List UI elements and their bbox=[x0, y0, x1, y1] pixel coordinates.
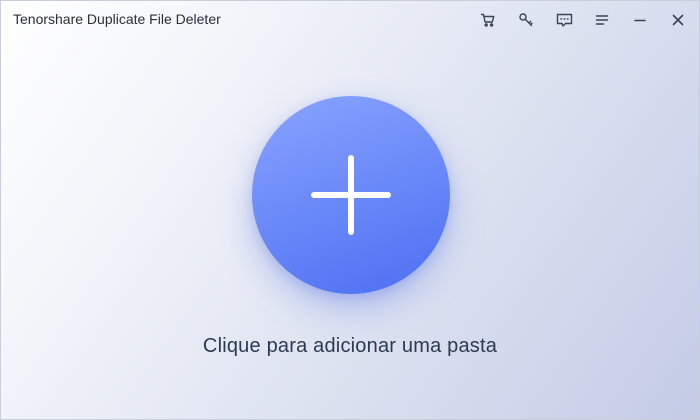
add-folder-button[interactable] bbox=[252, 96, 450, 294]
app-title: Tenorshare Duplicate File Deleter bbox=[13, 11, 221, 27]
plus-icon bbox=[311, 155, 391, 235]
app-window: Tenorshare Duplicate File Deleter Clique… bbox=[0, 0, 700, 420]
minimize-icon bbox=[634, 19, 646, 22]
cart-icon bbox=[480, 13, 495, 27]
key-icon bbox=[519, 13, 533, 27]
feedback-button[interactable] bbox=[553, 9, 575, 31]
close-icon bbox=[672, 14, 684, 26]
menu-button[interactable] bbox=[591, 9, 613, 31]
window-controls bbox=[461, 9, 689, 31]
add-folder-area bbox=[252, 96, 450, 294]
title-bar: Tenorshare Duplicate File Deleter bbox=[1, 1, 699, 39]
feedback-icon bbox=[556, 13, 572, 27]
menu-icon bbox=[595, 15, 609, 25]
close-button[interactable] bbox=[667, 9, 689, 31]
add-folder-prompt[interactable]: Clique para adicionar uma pasta bbox=[1, 335, 699, 358]
minimize-button[interactable] bbox=[629, 9, 651, 31]
register-key-button[interactable] bbox=[515, 9, 537, 31]
cart-button[interactable] bbox=[477, 9, 499, 31]
